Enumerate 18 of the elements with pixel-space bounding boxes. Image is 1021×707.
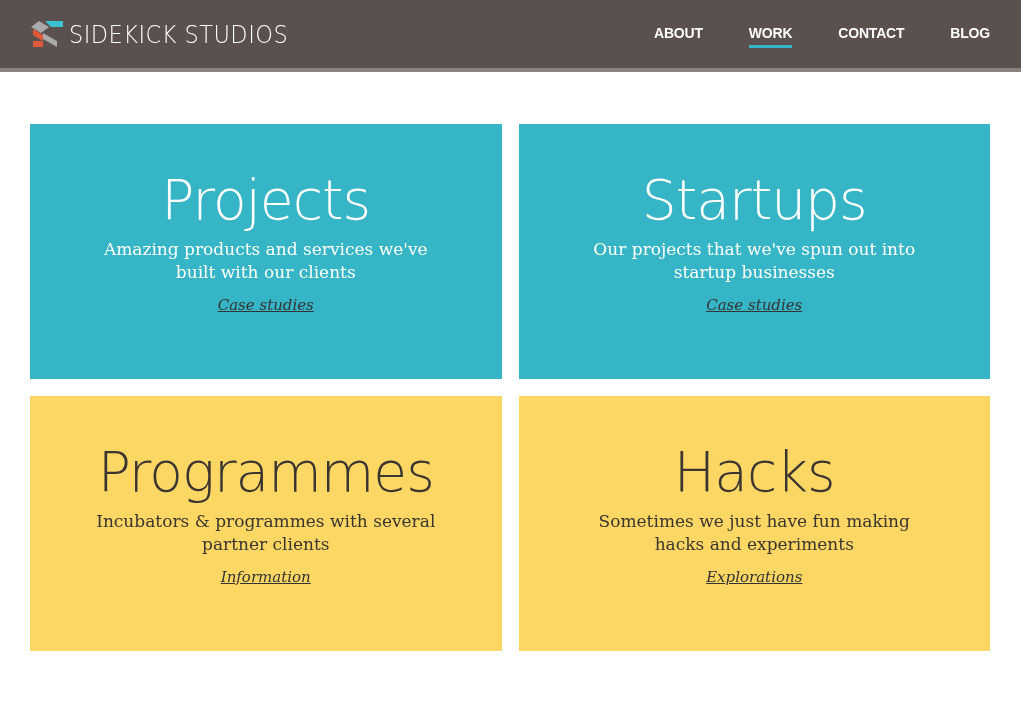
nav-link[interactable]: ABOUT bbox=[654, 20, 703, 48]
card-description: Amazing products and services we've built with our clients bbox=[102, 238, 429, 284]
card-description: Incubators & programmes with several partner clients bbox=[95, 510, 437, 556]
card-link[interactable]: Information bbox=[220, 568, 311, 586]
nav-link[interactable]: BLOG bbox=[950, 20, 990, 48]
card-title: Projects bbox=[161, 168, 371, 232]
logo-icon bbox=[31, 19, 63, 49]
nav-link[interactable]: CONTACT bbox=[838, 20, 905, 48]
card-link[interactable]: Explorations bbox=[706, 568, 803, 586]
card-link[interactable]: Case studies bbox=[706, 296, 803, 314]
card-description: Our projects that we've spun out into startup businesses bbox=[592, 238, 917, 284]
card-title: Startups bbox=[641, 168, 867, 232]
nav-link[interactable]: WORK bbox=[748, 20, 793, 48]
card-link[interactable]: Case studies bbox=[217, 296, 314, 314]
card-title: Programmes bbox=[97, 440, 434, 504]
card-title: Hacks bbox=[673, 440, 835, 504]
logo-text[interactable]: SIDEKICK STUDIOS bbox=[69, 19, 289, 49]
card-description: Sometimes we just have fun making hacks and experiments bbox=[597, 510, 911, 556]
